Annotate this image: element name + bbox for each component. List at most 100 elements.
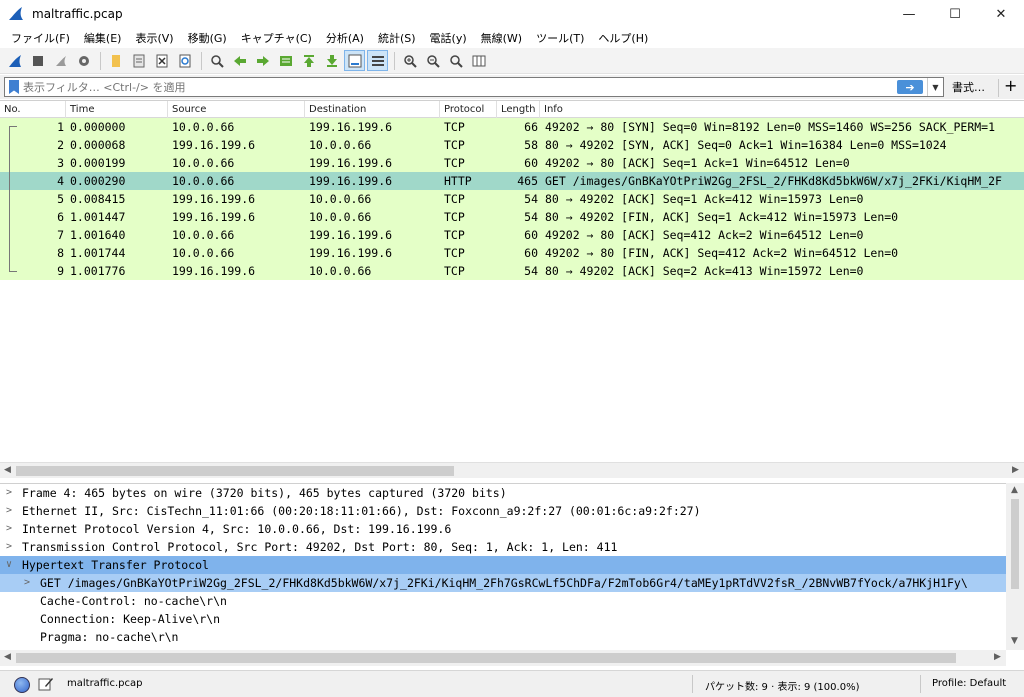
- menu-analyze[interactable]: 分析(A): [319, 30, 371, 46]
- detail-tree-row[interactable]: Pragma: no-cache\r\n: [0, 628, 1024, 646]
- detail-tree-row[interactable]: > GET /images/GnBKaYOtPriW2Gg_2FSL_2/FHKd…: [0, 574, 1024, 592]
- packet-rows: 1 0.000000 10.0.0.66 199.16.199.6 TCP 66 49202…: [0, 118, 1024, 280]
- column-time[interactable]: Time: [66, 101, 168, 118]
- menu-go[interactable]: 移動(G): [181, 30, 234, 46]
- column-destination[interactable]: Destination: [305, 101, 440, 118]
- zoom-in-icon[interactable]: [399, 50, 420, 71]
- maximize-icon[interactable]: ☐: [932, 0, 978, 28]
- detail-tree-row[interactable]: > Frame 4: 465 bytes on wire (3720 bits),…: [0, 484, 1024, 502]
- expert-info-icon[interactable]: [14, 677, 30, 693]
- expand-chevron-icon[interactable]: >: [24, 574, 30, 592]
- menu-wireless[interactable]: 無線(W): [474, 30, 529, 46]
- go-forward-icon[interactable]: [252, 50, 273, 71]
- go-to-packet-icon[interactable]: [275, 50, 296, 71]
- apply-filter-arrow-icon[interactable]: ➔: [897, 80, 923, 94]
- packet-list-pane: No. Time Source Destination Protocol Len…: [0, 100, 1024, 462]
- last-packet-icon[interactable]: [321, 50, 342, 71]
- menu-edit[interactable]: 編集(E): [77, 30, 129, 46]
- start-capture-icon[interactable]: [4, 50, 25, 71]
- details-vscrollbar[interactable]: ▲ ▼: [1006, 483, 1024, 650]
- packet-row[interactable]: 6 1.001447 199.16.199.6 10.0.0.66 TCP 54 80 → …: [0, 208, 1024, 226]
- menu-file[interactable]: ファイル(F): [4, 30, 77, 46]
- packet-row[interactable]: 3 0.000199 10.0.0.66 199.16.199.6 TCP 60 49202…: [0, 154, 1024, 172]
- find-packet-icon[interactable]: [206, 50, 227, 71]
- collapse-chevron-icon[interactable]: ∨: [6, 556, 12, 574]
- detail-tree-text: Internet Protocol Version 4, Src: 10.0.0…: [22, 522, 452, 536]
- menu-statistics[interactable]: 統計(S): [371, 30, 423, 46]
- packet-list-hscrollbar[interactable]: ◀ ▶: [0, 462, 1024, 478]
- first-packet-icon[interactable]: [298, 50, 319, 71]
- detail-tree-text: Cache-Control: no-cache\r\n: [40, 594, 227, 608]
- detail-tree-row[interactable]: > Internet Protocol Version 4, Src: 10.0.…: [0, 520, 1024, 538]
- expand-chevron-icon[interactable]: >: [6, 484, 12, 502]
- conversation-bracket-top: [9, 126, 17, 127]
- scroll-left-icon[interactable]: ◀: [4, 652, 11, 662]
- packet-time: 0.000068: [70, 138, 126, 152]
- packet-row[interactable]: 1 0.000000 10.0.0.66 199.16.199.6 TCP 66 49202…: [0, 118, 1024, 136]
- details-hscrollbar[interactable]: ◀ ▶: [0, 650, 1006, 666]
- packet-row[interactable]: 5 0.008415 199.16.199.6 10.0.0.66 TCP 54 80 → …: [0, 190, 1024, 208]
- menu-tools[interactable]: ツール(T): [529, 30, 591, 46]
- autoscroll-icon[interactable]: [344, 50, 365, 71]
- details-vscroll-thumb[interactable]: [1011, 499, 1019, 589]
- packet-destination: 199.16.199.6: [309, 156, 393, 170]
- menu-view[interactable]: 表示(V): [128, 30, 180, 46]
- zoom-reset-icon[interactable]: [445, 50, 466, 71]
- packet-row[interactable]: 8 1.001744 10.0.0.66 199.16.199.6 TCP 60 49202…: [0, 244, 1024, 262]
- column-no[interactable]: No.: [0, 101, 66, 118]
- save-file-icon[interactable]: [128, 50, 149, 71]
- resize-columns-icon[interactable]: [468, 50, 489, 71]
- status-divider[interactable]: [692, 675, 693, 693]
- detail-tree-row[interactable]: > Transmission Control Protocol, Src Port…: [0, 538, 1024, 556]
- close-icon[interactable]: ✕: [978, 0, 1024, 28]
- packet-row[interactable]: 2 0.000068 199.16.199.6 10.0.0.66 TCP 58 80 → …: [0, 136, 1024, 154]
- open-file-icon[interactable]: [105, 50, 126, 71]
- close-file-icon[interactable]: [151, 50, 172, 71]
- display-filter-input[interactable]: [23, 80, 897, 94]
- scroll-up-icon[interactable]: ▲: [1011, 485, 1018, 495]
- filter-bookmark-icon[interactable]: [9, 80, 19, 94]
- detail-tree-row[interactable]: ∨ Hypertext Transfer Protocol: [0, 556, 1024, 574]
- packet-row[interactable]: 7 1.001640 10.0.0.66 199.16.199.6 TCP 60 49202…: [0, 226, 1024, 244]
- scroll-down-icon[interactable]: ▼: [1011, 636, 1018, 646]
- status-filename: maltraffic.pcap: [67, 678, 143, 689]
- capture-comment-icon[interactable]: [38, 676, 54, 692]
- column-protocol[interactable]: Protocol: [440, 101, 497, 118]
- detail-tree-row[interactable]: Connection: Keep-Alive\r\n: [0, 610, 1024, 628]
- filter-history-chevron-icon[interactable]: ▼: [927, 78, 943, 96]
- scroll-right-icon[interactable]: ▶: [1012, 465, 1019, 475]
- add-filter-button[interactable]: +: [1004, 76, 1017, 95]
- detail-tree-row[interactable]: > Ethernet II, Src: CisTechn_11:01:66 (00…: [0, 502, 1024, 520]
- menu-telephony[interactable]: 電話(y): [423, 30, 474, 46]
- expand-chevron-icon[interactable]: >: [6, 538, 12, 556]
- packet-list-hscroll-thumb[interactable]: [16, 466, 454, 476]
- packet-protocol: TCP: [444, 210, 465, 224]
- reload-file-icon[interactable]: [174, 50, 195, 71]
- filterbar-divider: [998, 79, 999, 97]
- minimize-icon[interactable]: —: [886, 0, 932, 28]
- zoom-out-icon[interactable]: [422, 50, 443, 71]
- status-divider[interactable]: [920, 675, 921, 693]
- column-length[interactable]: Length: [497, 101, 540, 118]
- packet-row[interactable]: 4 0.000290 10.0.0.66 199.16.199.6 HTTP 465 GET…: [0, 172, 1024, 190]
- go-back-icon[interactable]: [229, 50, 250, 71]
- filter-expression-button[interactable]: 書式…: [952, 79, 985, 95]
- column-info[interactable]: Info: [540, 101, 1024, 118]
- packet-protocol: TCP: [444, 246, 465, 260]
- column-source[interactable]: Source: [168, 101, 305, 118]
- packet-row[interactable]: 9 1.001776 199.16.199.6 10.0.0.66 TCP 54 80 → …: [0, 262, 1024, 280]
- details-hscroll-thumb[interactable]: [16, 653, 956, 663]
- status-profile[interactable]: Profile: Default: [932, 678, 1006, 689]
- menu-capture[interactable]: キャプチャ(C): [234, 30, 319, 46]
- packet-protocol: HTTP: [444, 174, 472, 188]
- detail-tree-row[interactable]: Cache-Control: no-cache\r\n: [0, 592, 1024, 610]
- expand-chevron-icon[interactable]: >: [6, 520, 12, 538]
- stop-capture-icon[interactable]: [27, 50, 48, 71]
- capture-options-icon[interactable]: [73, 50, 94, 71]
- restart-capture-icon[interactable]: [50, 50, 71, 71]
- menu-help[interactable]: ヘルプ(H): [591, 30, 655, 46]
- expand-chevron-icon[interactable]: >: [6, 502, 12, 520]
- scroll-right-icon[interactable]: ▶: [994, 652, 1001, 662]
- scroll-left-icon[interactable]: ◀: [4, 465, 11, 475]
- colorize-icon[interactable]: [367, 50, 388, 71]
